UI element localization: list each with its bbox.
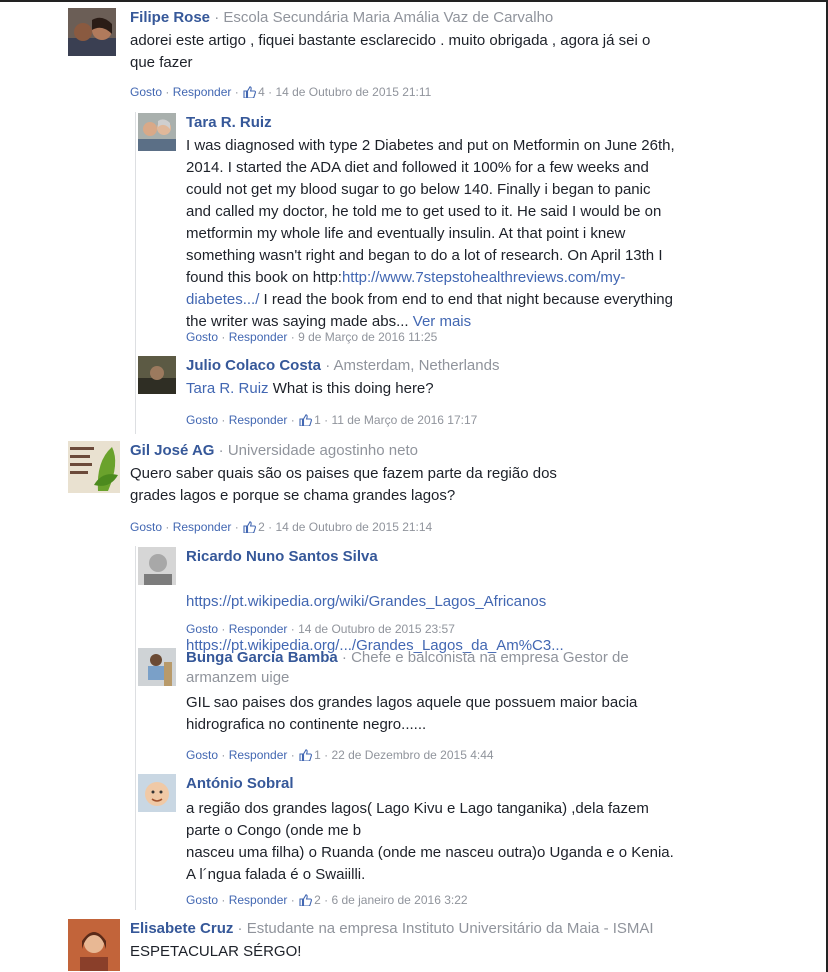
comment-text: GIL sao paises dos grandes lagos aquele … [186, 694, 638, 733]
comment-link[interactable]: https://pt.wikipedia.org/wiki/Grandes_La… [186, 591, 786, 613]
reply-thread-line [135, 546, 136, 910]
thumbs-up-icon [243, 521, 257, 536]
comment-author[interactable]: António Sobral [186, 775, 294, 792]
reply-button[interactable]: Responder [229, 330, 288, 344]
reply-thread-line [135, 112, 136, 434]
reply-item: Tara R. Ruiz I was diagnosed with type 2… [138, 113, 798, 345]
thumbs-up-icon [299, 894, 313, 909]
avatar[interactable] [68, 919, 120, 971]
reply-button[interactable]: Responder [229, 622, 288, 636]
comment-author[interactable]: Julio Colaco Costa [186, 357, 321, 374]
comment-timestamp[interactable]: 14 de Outubro de 2015 23:57 [298, 622, 455, 636]
like-count[interactable]: 1 [314, 748, 321, 762]
comment-affiliation-continued[interactable]: armanzem uige [186, 668, 706, 688]
comment-timestamp[interactable]: 14 de Outubro de 2015 21:14 [275, 520, 432, 534]
comment-actions: Gosto · Responder · 2 · 6 de janeiro de … [186, 893, 468, 909]
comment-actions: Gosto · Responder · 2 · 14 de Outubro de… [130, 520, 433, 536]
reply-item: António Sobral a região dos grandes lago… [138, 774, 798, 909]
comment-affiliation[interactable]: Amsterdam, Netherlands [334, 357, 500, 374]
like-count[interactable]: 2 [314, 893, 321, 907]
comment-affiliation[interactable]: Escola Secundária Maria Amália Vaz de Ca… [223, 9, 553, 26]
like-count[interactable]: 4 [258, 85, 265, 99]
comment-author[interactable]: Tara R. Ruiz [186, 114, 272, 131]
mention-link[interactable]: Tara R. Ruiz [186, 380, 269, 397]
reply-item: Bunga Garcia Bamba · Chefe e balconista … [138, 648, 798, 764]
comment-timestamp[interactable]: 6 de janeiro de 2016 3:22 [331, 893, 467, 907]
comment-text: What is this doing here? [268, 380, 434, 397]
comment-actions: Gosto · Responder · 1 · 11 de Março de 2… [186, 413, 478, 429]
like-button[interactable]: Gosto [130, 520, 162, 534]
comment-timestamp[interactable]: 9 de Março de 2016 11:25 [298, 330, 437, 344]
avatar[interactable] [138, 547, 176, 585]
comment-author[interactable]: Filipe Rose [130, 9, 210, 26]
avatar[interactable] [138, 648, 176, 686]
like-button[interactable]: Gosto [186, 893, 218, 907]
comment-affiliation[interactable]: Estudante na empresa Instituto Universit… [247, 920, 654, 937]
like-button[interactable]: Gosto [186, 413, 218, 427]
window-frame-top [0, 0, 828, 2]
reply-button[interactable]: Responder [173, 520, 232, 534]
avatar[interactable] [138, 356, 176, 394]
comment-item: Gil José AG · Universidade agostinho net… [68, 441, 808, 536]
reply-item: Julio Colaco Costa · Amsterdam, Netherla… [138, 356, 798, 431]
comment-actions: Gosto · Responder · 14 de Outubro de 201… [186, 622, 455, 636]
comment-timestamp[interactable]: 22 de Dezembro de 2015 4:44 [331, 748, 493, 762]
comment-affiliation[interactable]: Chefe e balconista na empresa Gestor de [351, 649, 629, 666]
like-count[interactable]: 1 [314, 413, 321, 427]
comment-affiliation[interactable]: Universidade agostinho neto [228, 442, 418, 459]
comment-text: Quero saber quais são os paises que faze… [130, 465, 557, 504]
like-count[interactable]: 2 [258, 520, 265, 534]
comment-text: a região dos grandes lagos( Lago Kivu e … [186, 800, 674, 883]
thumbs-up-icon [243, 86, 257, 101]
reply-button[interactable]: Responder [173, 85, 232, 99]
comment-item: Filipe Rose · Escola Secundária Maria Am… [68, 8, 808, 103]
reply-button[interactable]: Responder [229, 748, 288, 762]
comment-author[interactable]: Bunga Garcia Bamba [186, 649, 338, 666]
reply-button[interactable]: Responder [229, 413, 288, 427]
comment-actions: Gosto · Responder · 9 de Março de 2016 1… [186, 330, 438, 344]
like-button[interactable]: Gosto [186, 622, 218, 636]
avatar[interactable] [68, 8, 116, 56]
comment-timestamp[interactable]: 11 de Março de 2016 17:17 [331, 413, 477, 427]
comment-item: Elisabete Cruz · Estudante na empresa In… [68, 919, 808, 972]
comment-actions: Gosto · Responder · 4 · 14 de Outubro de… [130, 85, 432, 101]
comment-text: ESPETACULAR SÉRGO! [130, 943, 302, 960]
thumbs-up-icon [299, 414, 313, 429]
thumbs-up-icon [299, 749, 313, 764]
like-button[interactable]: Gosto [186, 748, 218, 762]
comment-text: adorei este artigo , fiquei bastante esc… [130, 32, 651, 71]
comment-author[interactable]: Gil José AG [130, 442, 214, 459]
comment-timestamp[interactable]: 14 de Outubro de 2015 21:11 [275, 85, 431, 99]
like-button[interactable]: Gosto [130, 85, 162, 99]
comment-actions: Gosto · Responder · 1 · 22 de Dezembro d… [186, 748, 494, 764]
avatar[interactable] [138, 774, 176, 812]
reply-button[interactable]: Responder [229, 893, 288, 907]
comment-text: I was diagnosed with type 2 Diabetes and… [186, 137, 675, 286]
comment-author[interactable]: Ricardo Nuno Santos Silva [186, 548, 378, 565]
avatar[interactable] [138, 113, 176, 151]
reply-item: Ricardo Nuno Santos Silva https://pt.wik… [138, 547, 798, 654]
avatar[interactable] [68, 441, 120, 493]
like-button[interactable]: Gosto [186, 330, 218, 344]
comment-author[interactable]: Elisabete Cruz [130, 920, 233, 937]
see-more-link[interactable]: Ver mais [413, 313, 471, 330]
